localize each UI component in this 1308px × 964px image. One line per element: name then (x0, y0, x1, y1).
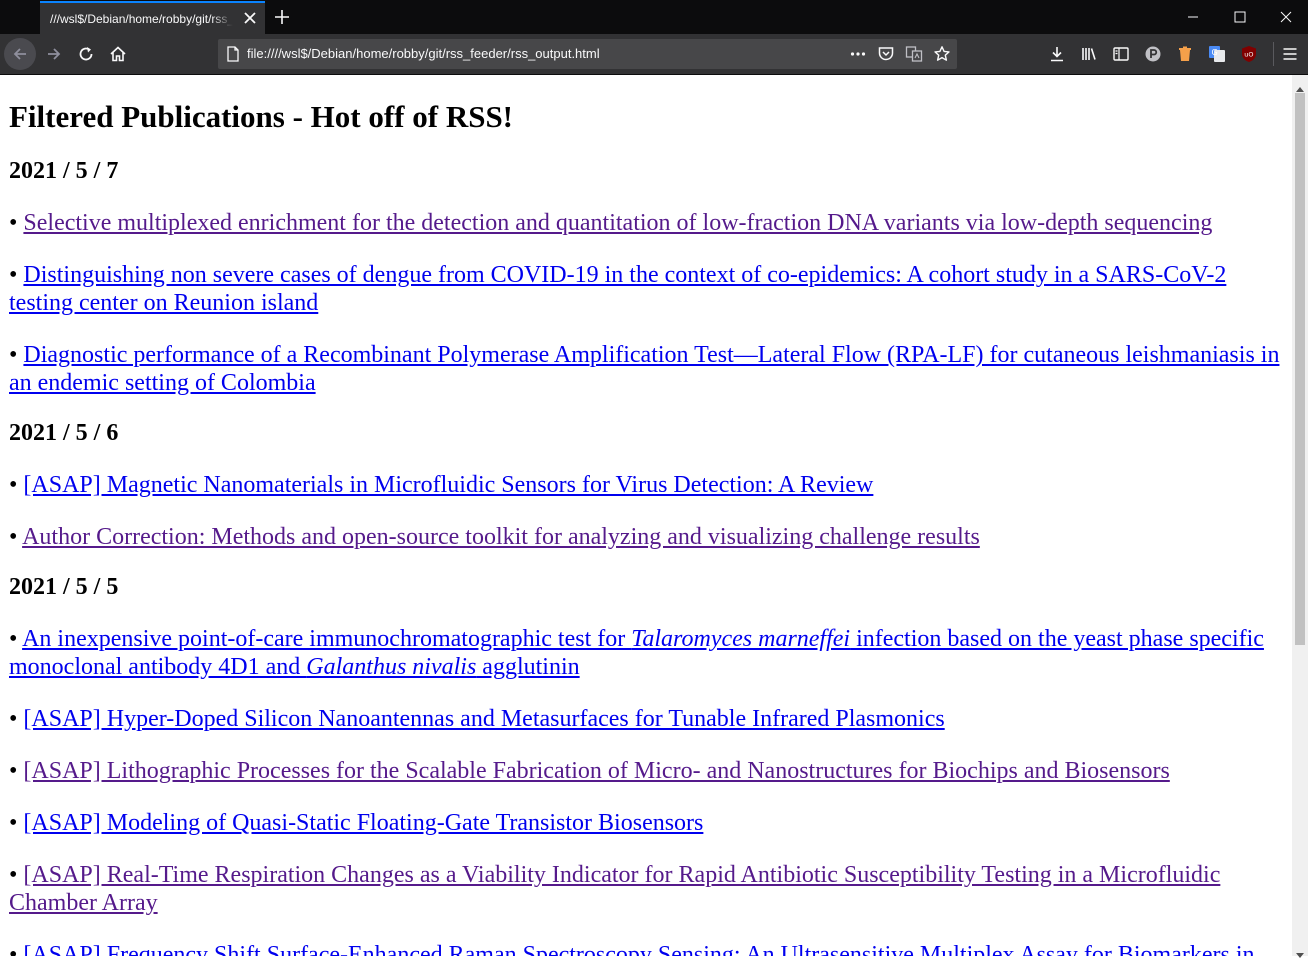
address-bar[interactable]: file:////wsl$/Debian/home/robby/git/rss_… (218, 39, 957, 69)
ublock-origin-icon[interactable]: uO (1237, 42, 1261, 66)
downloads-icon[interactable] (1045, 42, 1069, 66)
home-icon[interactable] (106, 42, 130, 66)
publication-link[interactable]: Distinguishing non severe cases of dengu… (9, 262, 1226, 316)
publication-entry: • [ASAP] Hyper-Doped Silicon Nanoantenna… (9, 705, 1284, 733)
title-text: [ASAP] Modeling of Quasi-Static Floating… (23, 810, 704, 836)
publication-link[interactable]: Selective multiplexed enrichment for the… (23, 210, 1212, 236)
title-text: agglutinin (476, 654, 580, 680)
sidebar-toggle-icon[interactable] (1109, 42, 1133, 66)
svg-text:G: G (1212, 48, 1218, 57)
publication-entry: • Selective multiplexed enrichment for t… (9, 209, 1284, 237)
cookie-autodelete-icon[interactable] (1173, 42, 1197, 66)
title-text: Author Correction: Methods and open-sour… (22, 524, 980, 550)
title-text: An inexpensive point-of-care immunochrom… (22, 626, 632, 652)
title-text: [ASAP] Magnetic Nanomaterials in Microfl… (23, 472, 874, 498)
publication-entry: • [ASAP] Magnetic Nanomaterials in Micro… (9, 471, 1284, 499)
pocket-icon[interactable] (877, 45, 895, 63)
vertical-scrollbar[interactable] (1292, 75, 1308, 958)
title-text: Diagnostic performance of a Recombinant … (9, 342, 1280, 396)
toolbar-separator (1273, 42, 1274, 66)
reload-icon[interactable] (74, 42, 98, 66)
page-title: Filtered Publications - Hot off of RSS! (9, 99, 514, 134)
new-tab-plus-icon[interactable] (273, 8, 291, 26)
url-text[interactable]: file:////wsl$/Debian/home/robby/git/rss_… (247, 46, 600, 61)
publication-entry: • [ASAP] Real-Time Respiration Changes a… (9, 861, 1284, 917)
bullet-glyph: • (9, 942, 24, 956)
publication-link[interactable]: [ASAP] Magnetic Nanomaterials in Microfl… (23, 472, 873, 498)
svg-text:uO: uO (1244, 51, 1253, 59)
publication-link[interactable]: [ASAP] Real-Time Respiration Changes as … (9, 862, 1220, 916)
date-heading: 2021 / 5 / 7 (9, 158, 119, 184)
bullet-glyph: • (9, 524, 23, 550)
navigation-toolbar: file:////wsl$/Debian/home/robby/git/rss_… (0, 34, 1308, 75)
title-text: [ASAP] Real-Time Respiration Changes as … (9, 862, 1221, 916)
publication-link[interactable]: An inexpensive point-of-care immunochrom… (9, 626, 1264, 680)
scrollbar-thumb[interactable] (1295, 93, 1305, 645)
bullet-glyph: • (9, 758, 24, 784)
active-tab[interactable]: ///wsl$/Debian/home/robby/git/rss_feeder… (40, 1, 265, 34)
minimize-window-icon[interactable] (1186, 10, 1200, 24)
publication-entry: • [ASAP] Lithographic Processes for the … (9, 757, 1284, 785)
close-window-icon[interactable] (1279, 10, 1293, 24)
publication-entry: • [ASAP] Frequency Shift Surface-Enhance… (9, 941, 1284, 956)
species-name-italic: Talaromyces marneffei (631, 626, 851, 652)
publication-entry: • [ASAP] Modeling of Quasi-Static Floati… (9, 809, 1284, 837)
forward-arrow-icon[interactable] (42, 42, 66, 66)
publication-link[interactable]: [ASAP] Modeling of Quasi-Static Floating… (23, 810, 703, 836)
title-text: [ASAP] Frequency Shift Surface-Enhanced … (23, 942, 1255, 956)
bookmark-star-icon[interactable] (933, 45, 951, 63)
profile-p-icon[interactable] (1141, 42, 1165, 66)
title-text: [ASAP] Lithographic Processes for the Sc… (23, 758, 1170, 784)
publication-link[interactable]: [ASAP] Frequency Shift Surface-Enhanced … (23, 942, 1254, 956)
publication-link[interactable]: Author Correction: Methods and open-sour… (22, 524, 980, 550)
page-info-icon[interactable] (226, 46, 240, 62)
tab-title: ///wsl$/Debian/home/robby/git/rss_feeder… (50, 11, 233, 26)
publication-entry: • An inexpensive point-of-care immunochr… (9, 625, 1284, 681)
tab-strip: ///wsl$/Debian/home/robby/git/rss_feeder… (0, 0, 1308, 34)
publication-link[interactable]: Diagnostic performance of a Recombinant … (9, 342, 1279, 396)
library-icon[interactable] (1077, 42, 1101, 66)
title-text: [ASAP] Hyper-Doped Silicon Nanoantennas … (23, 706, 945, 732)
back-arrow-icon[interactable] (8, 42, 32, 66)
page-actions-ellipsis-icon[interactable] (849, 45, 867, 63)
hamburger-menu-icon[interactable] (1278, 42, 1302, 66)
publication-entry: • Diagnostic performance of a Recombinan… (9, 341, 1284, 397)
date-heading: 2021 / 5 / 5 (9, 574, 119, 600)
close-tab-icon[interactable] (243, 11, 257, 25)
scroll-down-arrow-icon[interactable] (1296, 946, 1304, 958)
species-name-italic: Galanthus nivalis (306, 654, 477, 680)
page-viewport: Filtered Publications - Hot off of RSS! … (0, 75, 1292, 956)
publication-link[interactable]: [ASAP] Hyper-Doped Silicon Nanoantennas … (23, 706, 944, 732)
title-text: Distinguishing non severe cases of dengu… (9, 262, 1227, 316)
bullet-glyph: • (9, 262, 24, 288)
bullet-glyph: • (9, 810, 24, 836)
publication-entry: • Author Correction: Methods and open-so… (9, 523, 1284, 551)
translate-icon[interactable] (905, 45, 923, 63)
bullet-glyph: • (9, 472, 24, 498)
title-text: Selective multiplexed enrichment for the… (23, 210, 1213, 236)
publication-link[interactable]: [ASAP] Lithographic Processes for the Sc… (23, 758, 1169, 784)
bullet-glyph: • (9, 210, 24, 236)
bullet-glyph: • (9, 862, 24, 888)
maximize-window-icon[interactable] (1233, 10, 1247, 24)
scroll-up-arrow-icon[interactable] (1296, 79, 1304, 92)
bullet-glyph: • (9, 342, 24, 368)
page-content: Filtered Publications - Hot off of RSS! … (0, 99, 1292, 956)
date-heading: 2021 / 5 / 6 (9, 420, 119, 446)
bullet-glyph: • (9, 626, 23, 652)
publication-entry: • Distinguishing non severe cases of den… (9, 261, 1284, 317)
bullet-glyph: • (9, 706, 24, 732)
google-translate-icon[interactable]: G (1205, 42, 1229, 66)
